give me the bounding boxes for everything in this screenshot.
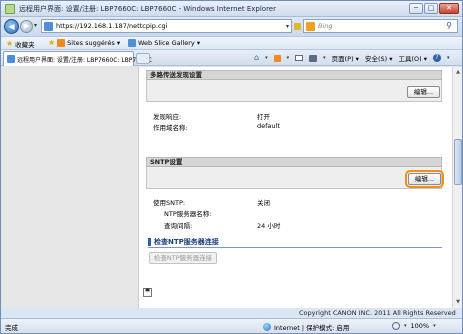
- check-ntp-title: 检查NTP服务器连接: [148, 238, 442, 246]
- zoom-level-dropdown-icon: ▾: [433, 323, 436, 329]
- address-bar: ◀ ▶ ▾ https://192.168.1.187/nettcpip.cgi…: [1, 17, 462, 36]
- section-sntp-body: [146, 167, 442, 189]
- new-tab-button[interactable]: [136, 53, 150, 64]
- search-input[interactable]: Bing ⚲: [303, 19, 458, 33]
- window-controls: ─ □ ✕: [409, 3, 459, 14]
- multicast-edit-button[interactable]: 编辑...: [407, 86, 440, 98]
- back-button[interactable]: ◀: [4, 19, 19, 34]
- web-slice-icon: [128, 39, 136, 47]
- page-menu[interactable]: 页面(P) ▾: [332, 53, 359, 63]
- search-placeholder: Bing: [318, 22, 333, 30]
- zoom-icon: [392, 322, 400, 330]
- print-dropdown-icon[interactable]: ▾: [323, 55, 326, 61]
- safety-menu[interactable]: 安全(S) ▾: [365, 53, 393, 63]
- browser-window: 远程用户界面: 设置/注册: LBP7660C: LBP7660C - Wind…: [0, 0, 463, 334]
- favorites-label: 收藏夹: [15, 41, 35, 49]
- zoom-dropdown-icon: ▾: [404, 323, 407, 329]
- home-icon[interactable]: ⌂: [254, 54, 259, 62]
- tab-label: 远程用户界面: 设置/注册: LBP7660C: LBP7660C: [17, 57, 152, 64]
- favorite-sites-suggested[interactable]: ★ Sites suggérés ▾: [48, 39, 120, 47]
- favorite-web-slice-gallery[interactable]: Web Slice Gallery ▾: [128, 39, 200, 47]
- feeds-dropdown-icon[interactable]: ▾: [287, 55, 290, 61]
- mail-icon[interactable]: [295, 55, 304, 61]
- globe-icon: [263, 323, 271, 331]
- ntp-server-name-label: NTP服务器名称:: [164, 210, 212, 218]
- url-field[interactable]: https://192.168.1.187/nettcpip.cgi ▾ ▤ ↻…: [41, 19, 337, 33]
- bing-icon: [306, 22, 315, 31]
- star-icon: ★: [6, 39, 14, 48]
- close-button[interactable]: ✕: [439, 3, 459, 14]
- maximize-button[interactable]: □: [424, 3, 438, 14]
- favorites-bar: ★ 收藏夹 ★ Sites suggérés ▾ Web Slice Galle…: [1, 36, 462, 50]
- minimize-button[interactable]: ─: [409, 3, 423, 14]
- scroll-down-icon[interactable]: ▼: [454, 298, 462, 307]
- add-favorite-icon: ★: [48, 38, 56, 47]
- zoom-level: 100%: [410, 322, 430, 330]
- print-icon[interactable]: [309, 54, 318, 62]
- section-multicast-header: 多路传送发现设置: [146, 70, 442, 80]
- discovery-response-label: 发现响应:: [153, 113, 182, 121]
- check-ntp-button: 检查NTP服务器连接: [149, 252, 217, 264]
- help-dropdown-icon[interactable]: ▾: [447, 55, 450, 61]
- app-icon: [5, 4, 15, 14]
- suggested-sites-icon: [57, 39, 66, 47]
- scroll-up-icon[interactable]: ▲: [454, 68, 462, 77]
- lock-icon[interactable]: [294, 23, 302, 30]
- sntp-edit-button[interactable]: 编辑...: [405, 170, 444, 188]
- home-dropdown-icon[interactable]: ▾: [265, 55, 268, 61]
- scroll-thumb[interactable]: [454, 139, 462, 185]
- query-interval-label: 查询间隔:: [164, 222, 193, 230]
- use-sntp-label: 使用SNTP:: [153, 199, 186, 207]
- section-multicast-body: [146, 80, 442, 102]
- discovery-response-value: 打开: [257, 113, 270, 121]
- url-dropdown-icon[interactable]: ▾: [286, 23, 289, 31]
- copyright-text: Copyright CANON INC. 2011 All Rights Res…: [299, 309, 456, 317]
- feeds-icon[interactable]: [273, 54, 281, 62]
- help-icon[interactable]: ?: [433, 54, 442, 62]
- favorite-label: Sites suggérés ▾: [67, 39, 121, 47]
- title-bar: 远程用户界面: 设置/注册: LBP7660C: LBP7660C - Wind…: [1, 1, 462, 17]
- tools-menu[interactable]: 工具(O) ▾: [398, 53, 427, 63]
- command-bar: ⌂ ▾ ▾ ▾ 页面(P) ▾ 安全(S) ▾ 工具(O) ▾ ? ▾: [254, 53, 450, 64]
- tab-bar: 远程用户界面: 设置/注册: LBP7660C: LBP7660C ⌂ ▾ ▾ …: [1, 50, 462, 66]
- url-text[interactable]: https://192.168.1.187/nettcpip.cgi: [56, 22, 167, 30]
- security-zone[interactable]: Internet | 保护模式: 启用: [263, 322, 349, 332]
- search-icon[interactable]: ⚲: [446, 21, 452, 30]
- favorite-label: Web Slice Gallery ▾: [138, 39, 201, 47]
- page-icon: [44, 22, 53, 31]
- query-interval-value: 24 小时: [257, 222, 281, 230]
- check-ntp-divider: [148, 247, 442, 248]
- scope-name-label: 作用域名称:: [153, 124, 188, 132]
- left-nav-panel: [1, 67, 139, 308]
- zone-label: Internet | 保护模式: 启用: [274, 324, 350, 332]
- tab-current[interactable]: 远程用户界面: 设置/注册: LBP7660C: LBP7660C: [3, 51, 152, 66]
- zoom-control[interactable]: ▾ 100% ▾: [392, 322, 436, 330]
- status-text: 完成: [5, 324, 18, 332]
- tab-page-icon: [7, 55, 15, 63]
- back-to-top-icon[interactable]: ▀: [143, 288, 152, 297]
- status-bar: 完成 Internet | 保护模式: 启用 ▾ 100% ▾: [1, 318, 462, 333]
- window-title: 远程用户界面: 设置/注册: LBP7660C: LBP7660C - Wind…: [19, 5, 276, 13]
- use-sntp-value: 关闭: [257, 199, 270, 207]
- forward-button[interactable]: ▶: [20, 20, 33, 33]
- favorites-button[interactable]: ★ 收藏夹: [6, 39, 35, 50]
- vertical-scrollbar[interactable]: ▲ ▼: [452, 67, 462, 308]
- history-dropdown-icon[interactable]: ▾: [34, 22, 37, 29]
- scope-name-value: default: [257, 122, 280, 130]
- section-sntp-header: SNTP设置: [146, 157, 442, 167]
